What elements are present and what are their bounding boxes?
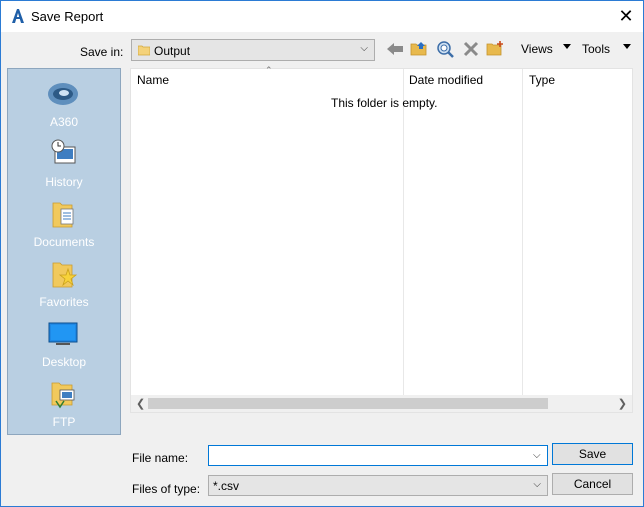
back-arrow-icon[interactable] <box>385 40 405 58</box>
autocad-a-icon <box>12 9 24 23</box>
delete-icon[interactable] <box>461 40 481 58</box>
place-documents[interactable]: Documents <box>8 197 120 257</box>
save-button[interactable]: Save <box>552 443 633 465</box>
up-folder-icon[interactable] <box>409 40 429 58</box>
place-label-a360: A360 <box>49 115 79 129</box>
documents-folder-icon <box>52 202 74 228</box>
horizontal-scrollbar[interactable]: ❮ ❯ <box>131 395 632 412</box>
history-icon <box>51 139 76 164</box>
file-name-dropdown-icon[interactable]: ⌵ <box>533 450 541 461</box>
save-in-value: Output <box>154 44 191 58</box>
title-bar: Save Report ✕ <box>1 1 643 32</box>
sort-ascending-icon: ⌃ <box>265 65 273 75</box>
scrollbar-thumb[interactable] <box>148 398 548 409</box>
save-in-label: Save in: <box>80 45 124 59</box>
views-caret-icon[interactable] <box>563 44 571 49</box>
scroll-left-icon[interactable]: ❮ <box>136 397 145 410</box>
close-button[interactable]: ✕ <box>613 3 639 29</box>
place-label-desktop: Desktop <box>41 355 87 369</box>
cancel-button[interactable]: Cancel <box>552 473 633 495</box>
folder-icon <box>138 45 150 56</box>
files-of-type-combo[interactable]: *.csv ⌵ <box>208 475 548 496</box>
views-menu[interactable]: Views <box>521 42 553 56</box>
place-favorites[interactable]: Favorites <box>8 257 120 317</box>
column-header-type[interactable]: Type <box>529 73 555 87</box>
place-history[interactable]: History <box>8 137 120 197</box>
desktop-monitor-icon <box>48 322 78 345</box>
save-in-combo[interactable]: Output ⌵ <box>131 39 375 61</box>
chevron-down-icon: ⌵ <box>360 43 368 54</box>
files-of-type-value: *.csv <box>213 479 240 493</box>
column-divider[interactable] <box>403 69 404 395</box>
close-icon: ✕ <box>618 6 634 26</box>
place-label-documents: Documents <box>33 235 95 249</box>
favorites-folder-icon <box>52 262 78 288</box>
place-ftp[interactable]: FTP <box>8 377 120 437</box>
column-divider[interactable] <box>522 69 523 395</box>
file-name-input[interactable] <box>208 445 548 466</box>
a360-cloud-icon <box>48 83 78 105</box>
place-label-ftp: FTP <box>52 415 76 429</box>
place-desktop[interactable]: Desktop <box>8 317 120 377</box>
tools-menu[interactable]: Tools <box>582 42 610 56</box>
tools-caret-icon[interactable] <box>623 44 631 49</box>
save-report-dialog: Save Report ✕ Save in: Output ⌵ Views To… <box>0 0 644 507</box>
empty-folder-message: This folder is empty. <box>331 96 438 110</box>
scroll-right-icon[interactable]: ❯ <box>618 397 627 410</box>
file-name-label: File name: <box>132 451 189 465</box>
ftp-icon <box>51 382 75 409</box>
files-of-type-label: Files of type: <box>132 482 201 496</box>
search-web-icon[interactable] <box>435 40 455 58</box>
column-header-name[interactable]: Name <box>137 73 169 87</box>
window-title: Save Report <box>31 9 104 24</box>
column-header-date-modified[interactable]: Date modified <box>409 73 483 87</box>
chevron-down-icon: ⌵ <box>533 479 541 490</box>
place-label-history: History <box>45 175 83 189</box>
new-folder-icon[interactable] <box>485 40 505 58</box>
file-list[interactable]: ⌃ Name Date modified Type This folder is… <box>130 65 633 413</box>
places-bar: A360 History Documents Favorites Desktop… <box>7 68 121 435</box>
place-a360[interactable]: A360 <box>8 77 120 137</box>
place-label-favorites: Favorites <box>39 295 89 309</box>
